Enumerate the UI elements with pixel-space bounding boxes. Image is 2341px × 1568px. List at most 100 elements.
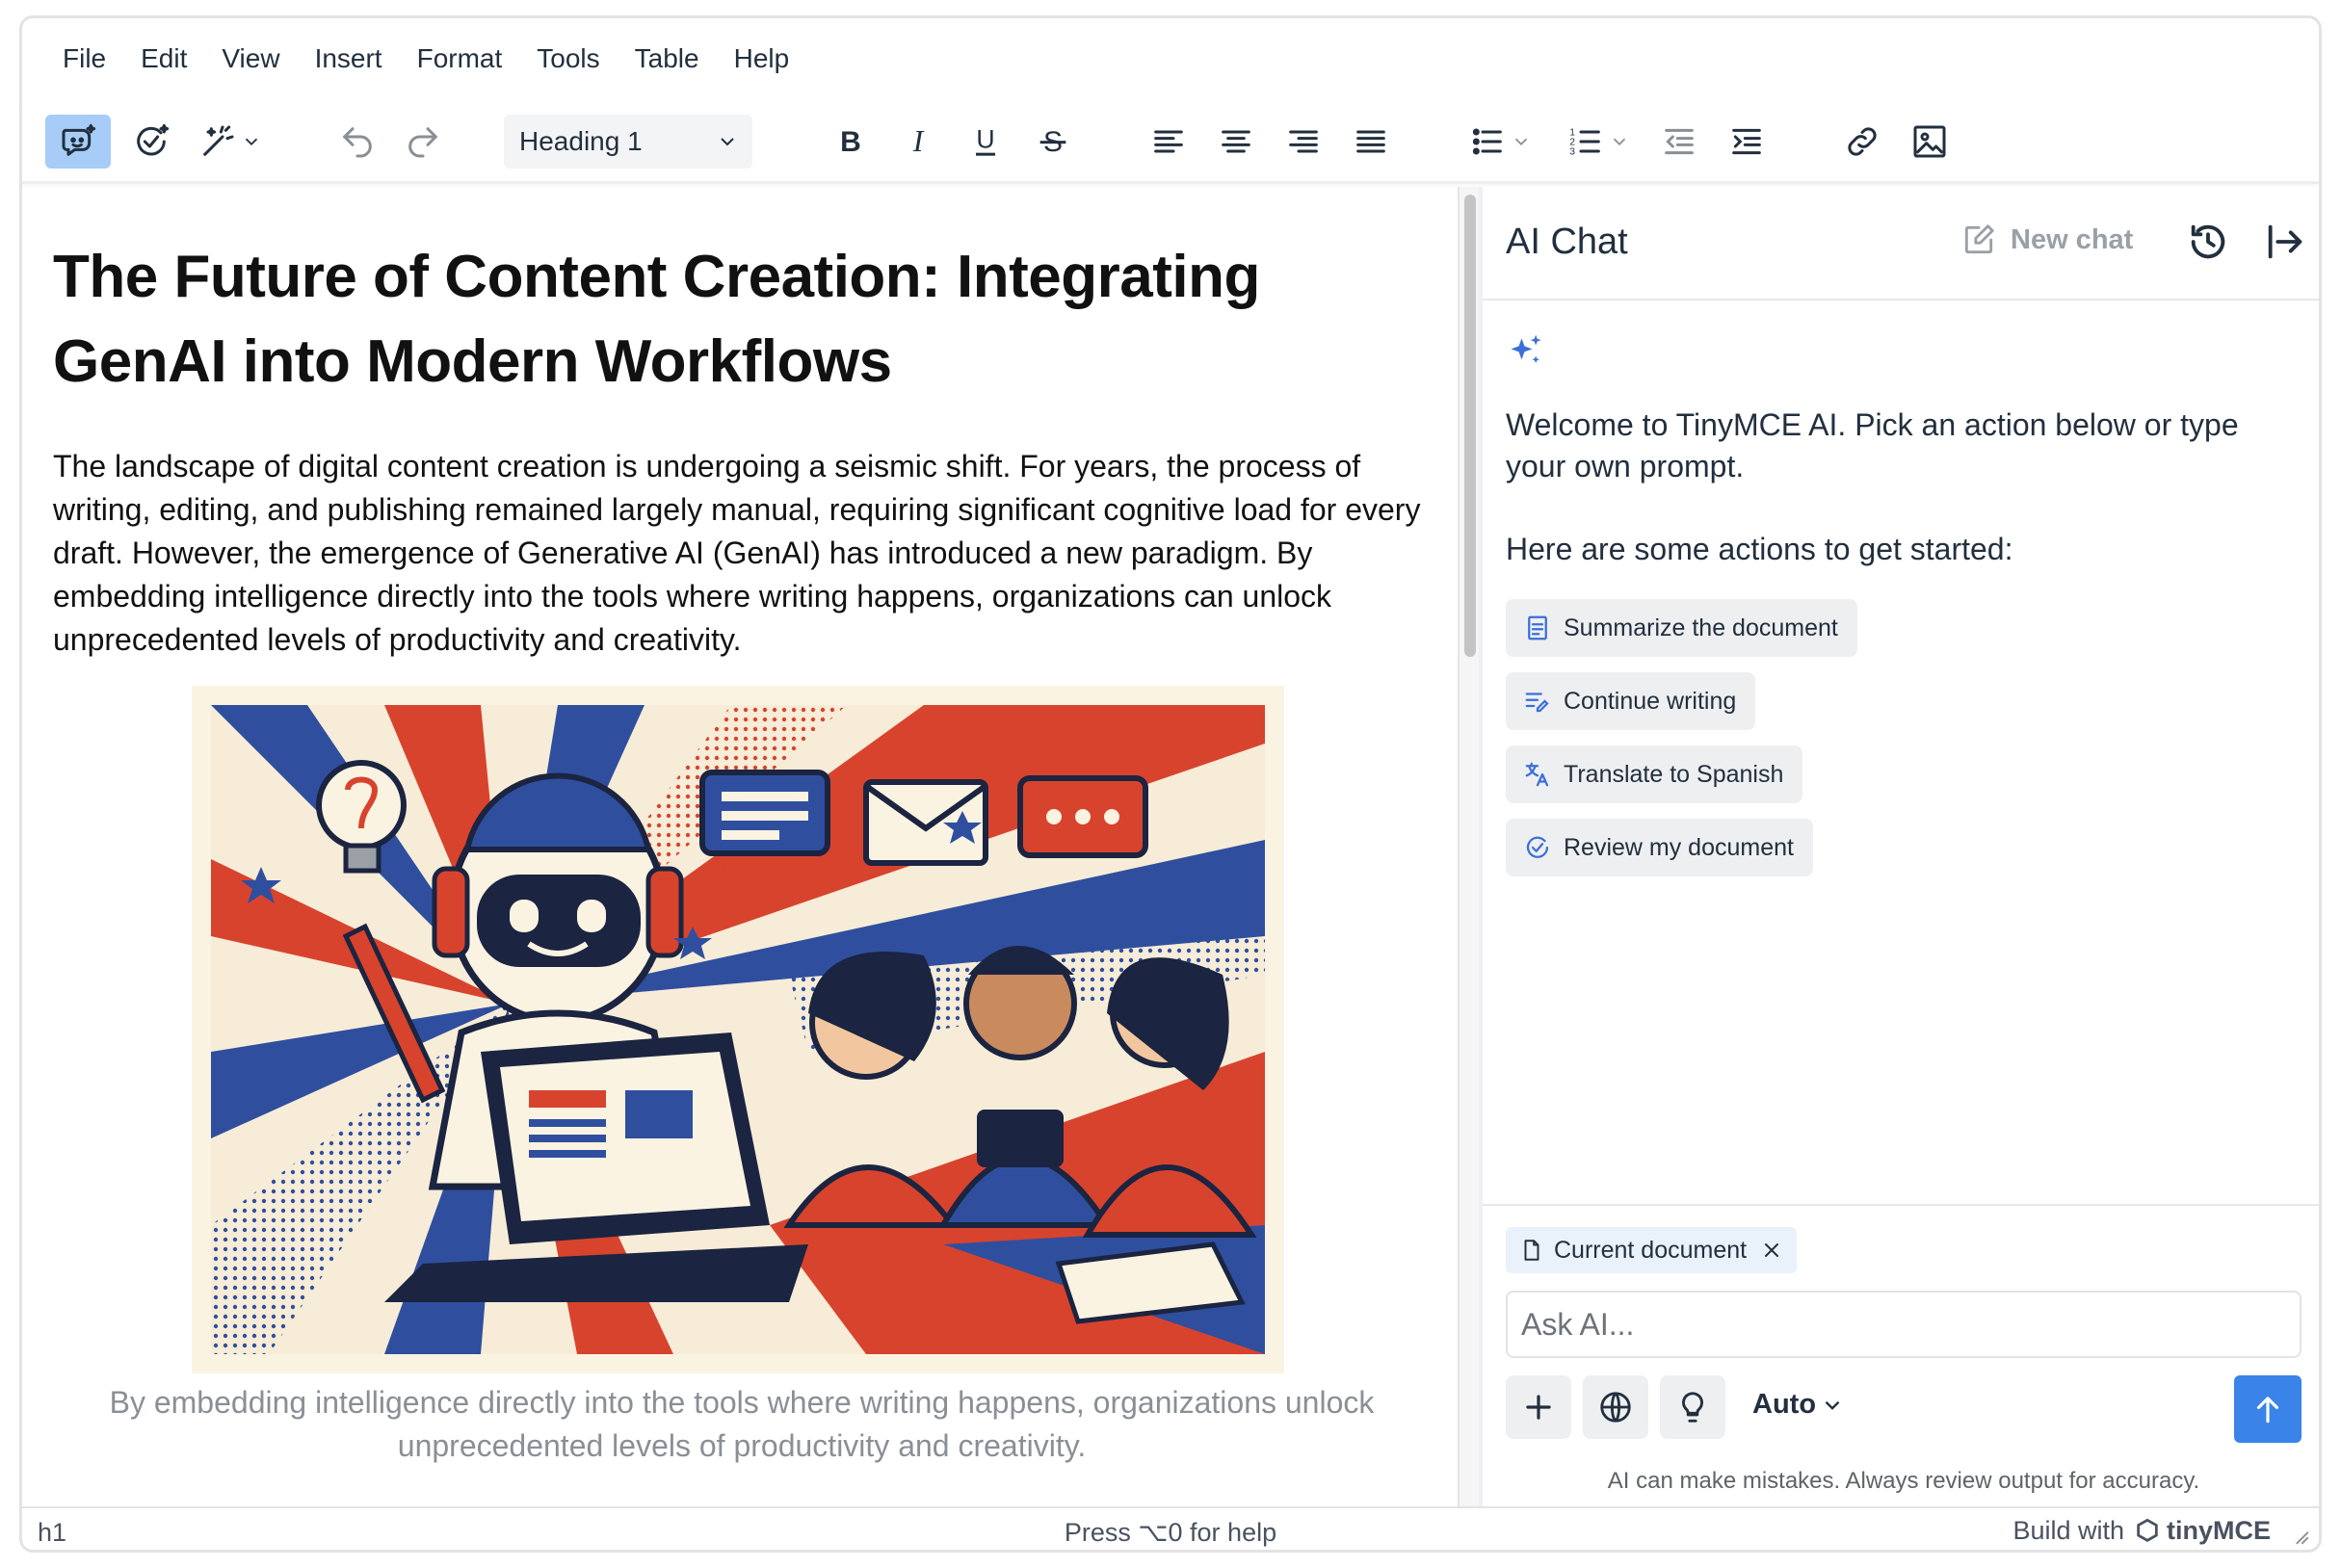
align-justify-button[interactable] (1342, 115, 1400, 169)
align-right-icon (1289, 130, 1318, 153)
menu-table[interactable]: Table (618, 35, 717, 83)
align-right-button[interactable] (1275, 115, 1332, 169)
numbered-list-icon: 123 (1569, 127, 1600, 157)
italic-button[interactable]: I (889, 115, 947, 169)
ai-quick-actions-icon (203, 125, 234, 156)
menu-view[interactable]: View (204, 35, 297, 83)
close-sidebar-icon[interactable] (2263, 220, 2307, 264)
align-center-icon (1222, 130, 1250, 153)
ask-ai-input[interactable] (1506, 1291, 2302, 1358)
globe-icon (1600, 1392, 1631, 1423)
editor-container: File Edit View Insert Format Tools Table… (19, 15, 2322, 1553)
undo-icon (343, 127, 372, 158)
figure-caption[interactable]: By embedding intelligence directly into … (53, 1381, 1431, 1468)
action-summarize[interactable]: Summarize the document (1506, 599, 1857, 657)
menu-file[interactable]: File (45, 35, 123, 83)
document-paragraph[interactable]: The landscape of digital content creatio… (53, 445, 1421, 662)
link-button[interactable] (1833, 115, 1891, 169)
menu-help[interactable]: Help (717, 35, 807, 83)
action-label: Continue writing (1564, 687, 1737, 715)
reasoning-button[interactable] (1660, 1375, 1725, 1439)
new-chat-icon (1964, 224, 1994, 254)
align-left-icon (1154, 130, 1183, 153)
bullet-list-icon (1472, 128, 1502, 155)
undo-button[interactable] (329, 115, 386, 169)
resize-handle-icon[interactable] (2290, 1526, 2311, 1547)
action-review[interactable]: Review my document (1506, 819, 1813, 876)
scrollbar-thumb[interactable] (1464, 195, 1476, 657)
editor-content[interactable]: The Future of Content Creation: Integrat… (22, 187, 1458, 1506)
ai-review-icon (137, 123, 170, 156)
add-attachment-button[interactable] (1506, 1375, 1571, 1439)
context-chip[interactable]: Current document (1506, 1227, 1798, 1273)
bullet-list-button[interactable] (1456, 115, 1544, 169)
model-select[interactable]: Auto (1752, 1389, 1845, 1421)
chevron-down-icon (245, 138, 258, 146)
menu-format[interactable]: Format (400, 35, 520, 83)
ai-chat-button[interactable] (45, 115, 111, 169)
statusbar: h1 Press ⌥0 for help Build with tinyMCE (22, 1506, 2319, 1550)
summarize-icon (1528, 615, 1547, 640)
continue-writing-icon (1525, 693, 1549, 713)
send-button[interactable] (2234, 1375, 2302, 1443)
block-format-select[interactable]: Heading 1 (504, 115, 752, 169)
menubar: File Edit View Insert Format Tools Table… (22, 18, 2319, 99)
content-scrollbar[interactable] (1458, 187, 1479, 1506)
context-chip-label: Current document (1554, 1236, 1748, 1264)
welcome-message: Welcome to TinyMCE AI. Pick an action be… (1506, 407, 2239, 483)
actions-intro: Here are some actions to get started: (1506, 532, 2013, 566)
toolbar: Heading 1 B I U S 1 2 3 (22, 107, 2319, 184)
outdent-button[interactable] (1650, 115, 1708, 169)
brand-prefix: Build with (2012, 1516, 2124, 1545)
menu-tools[interactable]: Tools (519, 35, 617, 83)
numbered-list-button[interactable]: 123 (1554, 115, 1643, 169)
ai-chat-title: AI Chat (1506, 222, 1628, 262)
history-icon[interactable] (2186, 220, 2230, 264)
document-title[interactable]: The Future of Content Creation: Integrat… (53, 235, 1421, 405)
redo-button[interactable] (394, 115, 452, 169)
action-label: Summarize the document (1564, 614, 1838, 641)
arrow-up-icon (2256, 1397, 2279, 1424)
chevron-down-icon (1825, 1400, 1840, 1410)
ai-collaboration-illustration (211, 705, 1265, 1354)
illustration-image[interactable] (192, 686, 1284, 1373)
chevron-down-icon (1613, 138, 1626, 146)
translate-icon (1525, 762, 1549, 787)
help-hint: Press ⌥0 for help (1064, 1518, 1277, 1547)
sparkle-icon (1511, 334, 1541, 363)
align-left-button[interactable] (1140, 115, 1197, 169)
svg-text:B: B (840, 126, 861, 158)
chevron-down-icon (1514, 138, 1528, 146)
strikethrough-icon: S (1039, 126, 1066, 158)
block-format-value: Heading 1 (519, 126, 643, 156)
tinymce-logo-icon (2137, 1518, 2158, 1542)
svg-text:3: 3 (1569, 146, 1575, 157)
new-chat-button[interactable]: New chat (1960, 222, 2133, 258)
image-button[interactable] (1901, 115, 1959, 169)
bold-button[interactable]: B (822, 115, 880, 169)
remove-context-icon[interactable] (1760, 1239, 1783, 1262)
model-select-value: Auto (1752, 1389, 1817, 1420)
ai-review-button[interactable] (122, 115, 180, 169)
lightbulb-icon (1682, 1392, 1703, 1423)
plus-icon (1526, 1395, 1551, 1420)
action-translate[interactable]: Translate to Spanish (1506, 745, 1803, 803)
menu-insert[interactable]: Insert (298, 35, 400, 83)
menu-edit[interactable]: Edit (123, 35, 204, 83)
redo-icon (408, 127, 437, 158)
branding-link[interactable]: Build with tinyMCE (2012, 1516, 2271, 1546)
ai-chat-icon (62, 123, 96, 156)
ai-quick-actions-button[interactable] (188, 115, 273, 169)
align-justify-icon (1356, 130, 1385, 153)
web-search-button[interactable] (1583, 1375, 1648, 1439)
svg-text:I: I (912, 124, 925, 158)
indent-button[interactable] (1718, 115, 1775, 169)
action-label: Translate to Spanish (1564, 760, 1784, 788)
ai-chat-composer: Current document Auto AI can make mistak… (1483, 1204, 2319, 1506)
underline-button[interactable]: U (957, 115, 1014, 169)
strikethrough-button[interactable]: S (1024, 115, 1082, 169)
image-icon (1913, 125, 1946, 158)
align-center-button[interactable] (1207, 115, 1265, 169)
action-continue-writing[interactable]: Continue writing (1506, 672, 1756, 730)
link-icon (1848, 127, 1877, 156)
